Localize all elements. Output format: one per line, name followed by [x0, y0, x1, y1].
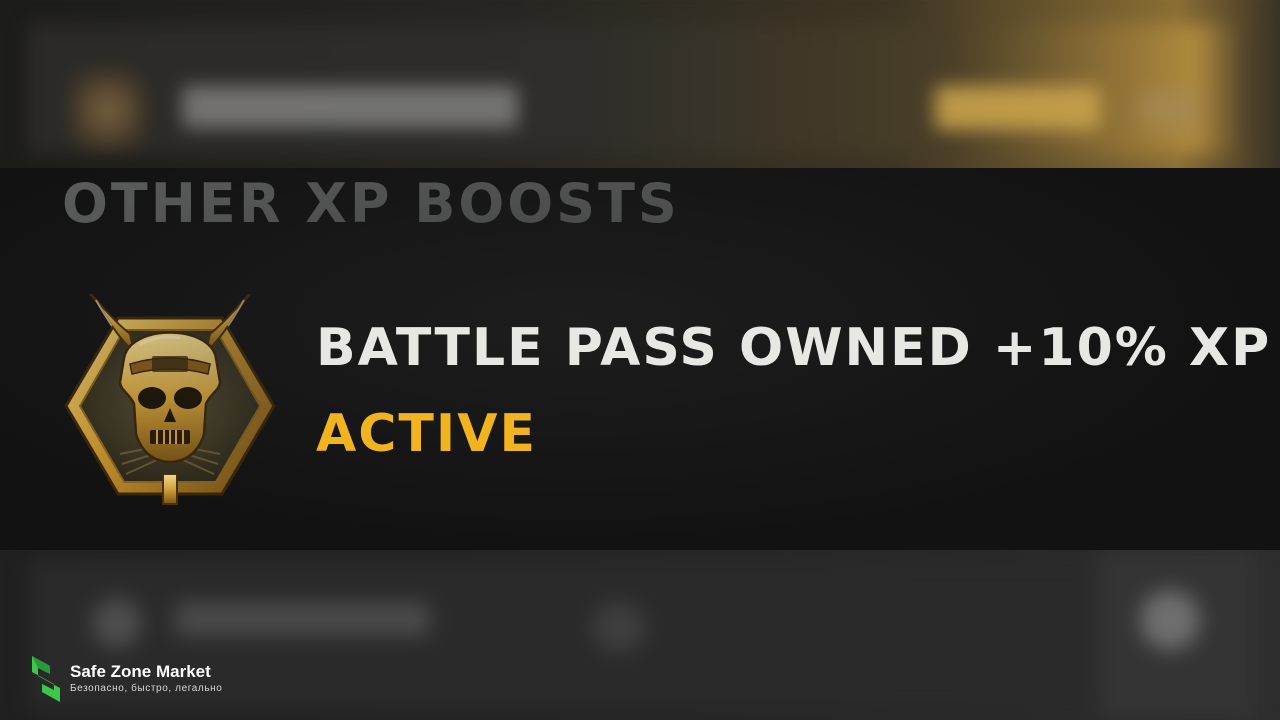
- blurred-top-row: [0, 0, 1280, 168]
- other-xp-boosts-panel: OTHER XP BOOSTS BATTLE PASS OWNED +10% X…: [0, 168, 1280, 550]
- safe-zone-logo-icon: [28, 654, 64, 704]
- watermark-name: Safe Zone Market: [70, 662, 211, 681]
- watermark-tagline: Безопасно, быстро, легально: [70, 683, 223, 694]
- game-screen: OTHER XP BOOSTS BATTLE PASS OWNED +10% X…: [0, 0, 1280, 720]
- watermark: Safe Zone Market Безопасно, быстро, лега…: [28, 654, 222, 704]
- battle-pass-skull-emblem-icon: [60, 293, 280, 508]
- boost-name: BATTLE PASS OWNED +10% XP: [316, 318, 1272, 378]
- section-title: OTHER XP BOOSTS: [62, 172, 680, 235]
- status-badge: ACTIVE: [316, 404, 537, 464]
